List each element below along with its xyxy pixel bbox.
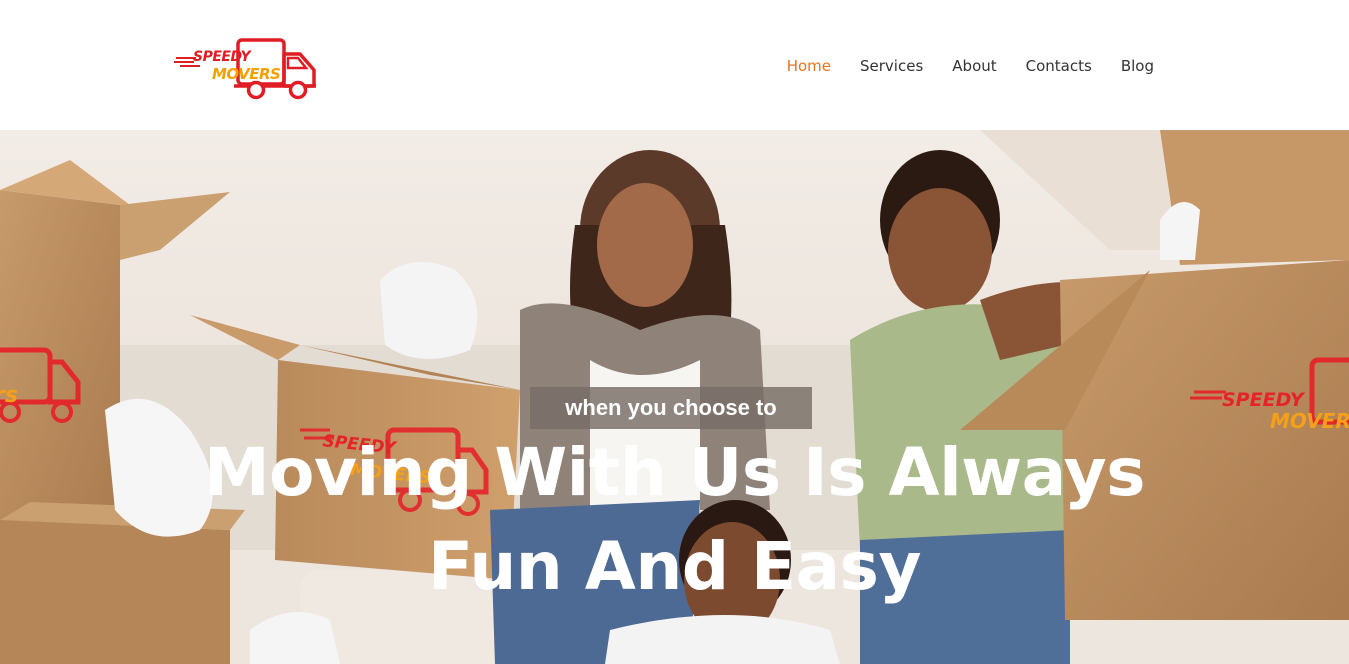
nav-contacts[interactable]: Contacts: [1026, 56, 1092, 76]
hero-headline: Moving With Us Is Always Fun And Easy: [0, 426, 1349, 614]
hero-tagline: when you choose to: [530, 387, 812, 429]
logo-word-movers: MOVERS: [212, 65, 281, 83]
hero-headline-line-2: Fun And Easy: [428, 528, 921, 605]
hero-headline-line-1: Moving With Us Is Always: [204, 434, 1145, 511]
nav-blog[interactable]: Blog: [1121, 56, 1154, 76]
nav-services[interactable]: Services: [860, 56, 923, 76]
hero-section: rs SPEEDY MOVERS SPEEDY MOVERS when you …: [0, 130, 1349, 664]
site-header: SPEEDY MOVERS Home Services About Contac…: [0, 0, 1349, 130]
brand-logo[interactable]: SPEEDY MOVERS: [172, 36, 320, 102]
main-nav: Home Services About Contacts Blog: [787, 56, 1154, 76]
nav-home[interactable]: Home: [787, 56, 831, 76]
logo-word-speedy: SPEEDY: [193, 49, 251, 65]
box-brand-text-left: rs: [0, 383, 18, 408]
box-brand-text-right-1: SPEEDY: [1222, 389, 1306, 411]
nav-about[interactable]: About: [952, 56, 996, 76]
